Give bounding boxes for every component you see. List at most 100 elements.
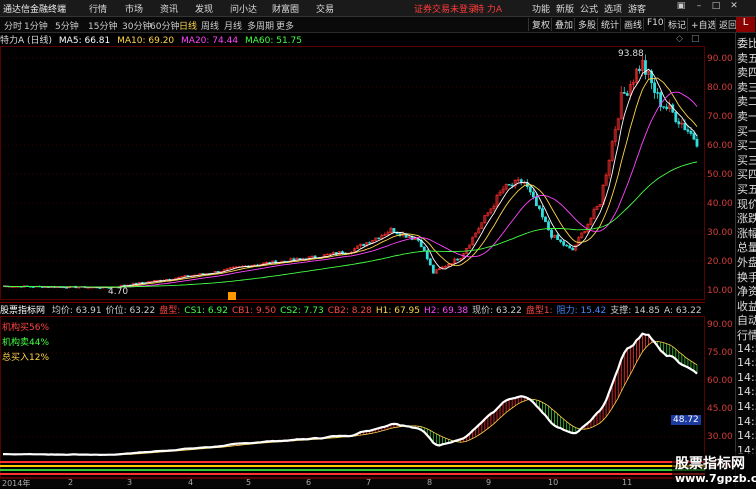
expand-icon[interactable]: □ bbox=[691, 34, 700, 44]
menu-item-quotes[interactable]: 行情 bbox=[89, 2, 107, 15]
candle bbox=[468, 244, 472, 249]
sidebar-item[interactable]: 买一 bbox=[737, 123, 756, 139]
minimize-icon[interactable]: – bbox=[692, 1, 706, 14]
candle bbox=[550, 228, 553, 240]
sidebar-item[interactable]: 总量 bbox=[737, 239, 756, 255]
menu-item-new[interactable]: 新版 bbox=[556, 2, 574, 15]
login-alert[interactable]: 证券交易未登录 bbox=[414, 2, 477, 15]
candle bbox=[428, 257, 432, 266]
indicator-value-8: H2: 69.38 bbox=[424, 306, 469, 316]
menu-item-discover[interactable]: 发现 bbox=[195, 2, 213, 15]
tab-multi-period[interactable]: 多周期 bbox=[247, 19, 274, 32]
overlay-button[interactable]: 叠加 bbox=[551, 18, 576, 31]
tab-monthly[interactable]: 月线 bbox=[224, 19, 242, 32]
sidebar-item[interactable]: 14:5 bbox=[737, 429, 756, 442]
sidebar-item[interactable]: 净资 bbox=[737, 283, 756, 299]
sidebar-item[interactable]: 买四 bbox=[737, 166, 756, 182]
sidebar-item[interactable]: 自动 bbox=[737, 312, 756, 328]
candle bbox=[507, 184, 511, 186]
sidebar-item[interactable]: 外盘 bbox=[737, 254, 756, 270]
menu-item-news[interactable]: 资讯 bbox=[160, 2, 178, 15]
sidebar-item[interactable]: 卖五 bbox=[737, 50, 756, 66]
sidebar-item[interactable]: 14:5 bbox=[737, 400, 756, 413]
sidebar-item[interactable]: 换手 bbox=[737, 269, 756, 285]
candle bbox=[622, 86, 626, 94]
sidebar-item[interactable]: 卖一 bbox=[737, 108, 756, 124]
tab-30min[interactable]: 30分钟 bbox=[122, 19, 151, 32]
menu-item-function[interactable]: 功能 bbox=[532, 2, 550, 15]
date-tick-label: 2 bbox=[68, 478, 74, 487]
maximize-icon[interactable]: □ bbox=[709, 1, 723, 14]
sidebar-item[interactable]: 14:5 bbox=[737, 385, 756, 398]
event-marker[interactable] bbox=[228, 292, 236, 300]
watermark-title: 股票指标网 bbox=[675, 456, 745, 472]
price-tick-label: 50.00 bbox=[707, 170, 733, 180]
mark-button[interactable]: 标记 bbox=[664, 18, 689, 31]
indicator-value-3: CS1: 6.92 bbox=[184, 306, 228, 316]
date-tick-label: 2014年 bbox=[2, 479, 31, 488]
candle bbox=[362, 243, 366, 247]
sidebar-item[interactable]: 现价 bbox=[737, 196, 756, 212]
menu-item-trade[interactable]: 交易 bbox=[316, 2, 334, 15]
level-badge: L bbox=[736, 17, 755, 32]
sidebar-item[interactable]: 委比 bbox=[737, 35, 756, 51]
ma20-label: MA20: 74.44 bbox=[181, 36, 239, 46]
kline-chart[interactable]: 93.88 4.70 bbox=[0, 46, 705, 300]
indicator-value-9: 现价: 63.22 bbox=[472, 306, 522, 316]
tab-weekly[interactable]: 周线 bbox=[201, 19, 219, 32]
indicator-chart[interactable] bbox=[0, 316, 705, 478]
sidebar-item[interactable]: 14:5 bbox=[737, 371, 756, 384]
tab-15min[interactable]: 15分钟 bbox=[88, 19, 117, 32]
statistics-button[interactable]: 统计 bbox=[597, 18, 622, 31]
restore-icon[interactable]: ▣ bbox=[674, 1, 688, 14]
sidebar-item[interactable]: 卖三 bbox=[737, 79, 756, 95]
sidebar-item[interactable]: 卖四 bbox=[737, 64, 756, 80]
price-tick-label: 90.00 bbox=[707, 54, 733, 64]
menu-item-wealth[interactable]: 财富圈 bbox=[272, 2, 299, 15]
menu-item-formula[interactable]: 公式 bbox=[580, 2, 598, 15]
ma-info-line: 特力A (日线) MA5: 66.81 MA10: 69.20 MA20: 74… bbox=[0, 33, 700, 46]
candle bbox=[534, 193, 538, 207]
menu-item-options[interactable]: 选项 bbox=[604, 2, 622, 15]
sidebar-item[interactable]: 涨幅 bbox=[737, 225, 756, 241]
sidebar-item[interactable]: 卖二 bbox=[737, 93, 756, 109]
sidebar-item[interactable]: 买五 bbox=[737, 181, 756, 197]
menu-item-guest[interactable]: 游客 bbox=[628, 2, 646, 15]
candle bbox=[228, 267, 232, 270]
menu-item-market[interactable]: 市场 bbox=[125, 2, 143, 15]
tab-timeshare[interactable]: 分时 bbox=[4, 19, 22, 32]
candle bbox=[525, 179, 529, 190]
candle bbox=[389, 226, 393, 233]
tab-5min[interactable]: 5分钟 bbox=[55, 19, 79, 32]
sidebar-item[interactable]: 行情 bbox=[737, 327, 756, 343]
sidebar-item[interactable]: 买二 bbox=[737, 137, 756, 153]
multi-stock-button[interactable]: 多股 bbox=[574, 18, 599, 31]
tab-1min[interactable]: 1分钟 bbox=[24, 19, 48, 32]
indicator-tick-label: 30.00 bbox=[707, 432, 733, 442]
settings-icon[interactable]: ◇ bbox=[676, 34, 683, 44]
adjust-button[interactable]: 复权 bbox=[528, 18, 553, 31]
candle bbox=[610, 139, 614, 163]
period-toolbar: 分时 1分钟 5分钟 15分钟 30分钟 60分钟 日线 周线 月线 多周期 更… bbox=[0, 17, 756, 33]
sidebar-item[interactable]: 14:5 bbox=[737, 356, 756, 369]
draw-line-button[interactable]: 画线 bbox=[620, 18, 645, 31]
candle bbox=[459, 257, 463, 261]
ma20-line bbox=[3, 91, 698, 288]
indicator-info-line: 股票指标网 均价: 63.91 价位: 63.22 盘型: CS1: 6.92 CB1:… bbox=[0, 302, 705, 316]
tab-more[interactable]: 更多 bbox=[276, 19, 294, 32]
candle bbox=[674, 111, 678, 124]
sidebar-item[interactable]: 14:5 bbox=[737, 342, 756, 355]
candle bbox=[619, 86, 623, 120]
tab-60min[interactable]: 60分钟 bbox=[150, 19, 179, 32]
sidebar-item[interactable]: 收益 bbox=[737, 298, 756, 314]
sidebar-item[interactable]: 14:5 bbox=[737, 415, 756, 428]
close-icon[interactable]: ✕ bbox=[727, 1, 741, 14]
menu-item-ask[interactable]: 问小达 bbox=[230, 2, 257, 15]
sidebar-item[interactable]: 买三 bbox=[737, 152, 756, 168]
candle bbox=[604, 172, 608, 186]
tab-daily[interactable]: 日线 bbox=[179, 19, 197, 32]
candle bbox=[504, 183, 508, 191]
sidebar-item[interactable]: 涨跌 bbox=[737, 210, 756, 226]
candle bbox=[453, 257, 456, 264]
candle bbox=[498, 189, 502, 196]
